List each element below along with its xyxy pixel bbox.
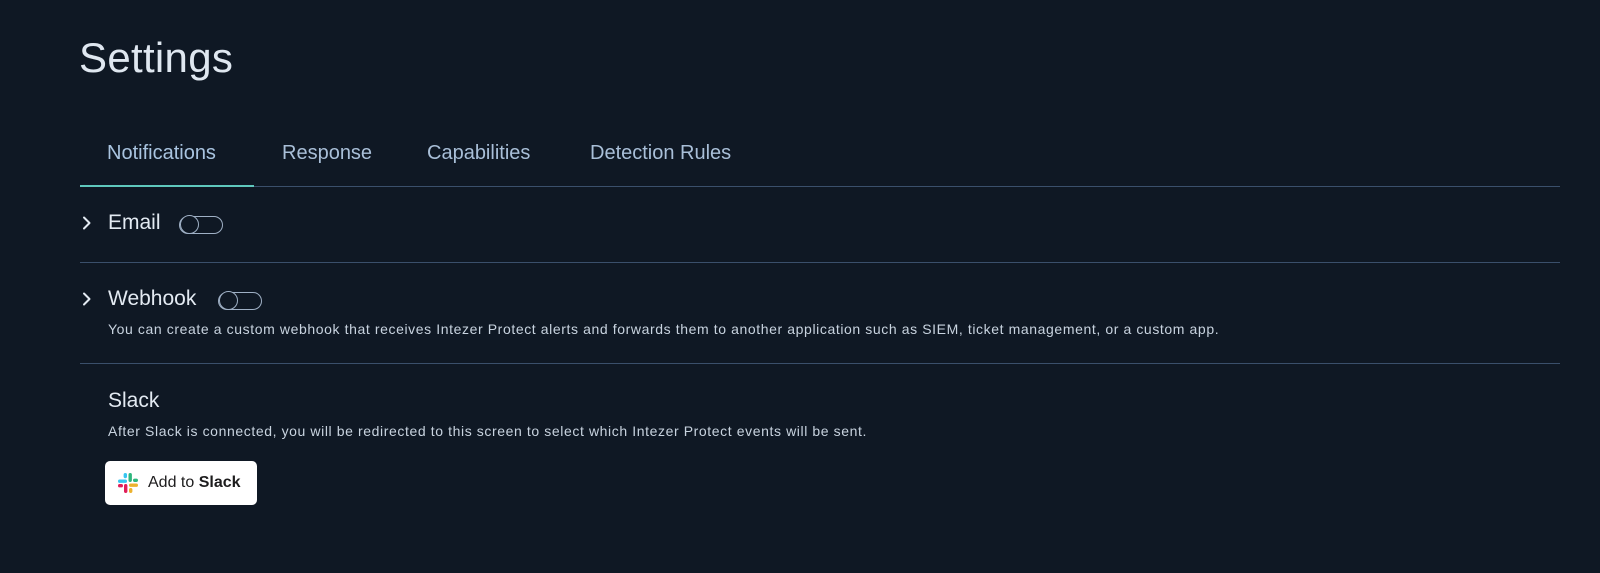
add-to-slack-label: Add to Slack (148, 474, 241, 492)
webhook-label: Webhook (108, 287, 197, 310)
webhook-section: Webhook You can create a custom webhook … (80, 263, 1560, 364)
email-label: Email (108, 211, 161, 234)
add-to-slack-prefix: Add to (148, 474, 195, 491)
webhook-toggle[interactable] (218, 291, 262, 310)
email-toggle[interactable] (179, 215, 223, 234)
chevron-right-icon[interactable] (80, 292, 94, 306)
email-toggle-knob (180, 215, 199, 234)
slack-label: Slack (108, 389, 160, 412)
chevron-right-icon[interactable] (80, 216, 94, 230)
tab-response[interactable]: Response (282, 142, 372, 165)
tab-detection-rules[interactable]: Detection Rules (590, 142, 731, 165)
tab-capabilities[interactable]: Capabilities (427, 142, 530, 165)
slack-logo-icon (118, 473, 138, 493)
slack-description: After Slack is connected, you will be re… (108, 423, 868, 439)
webhook-description: You can create a custom webhook that rec… (108, 321, 1220, 337)
webhook-toggle-knob (219, 291, 238, 310)
settings-tabs: Notifications Response Capabilities Dete… (80, 130, 1560, 187)
tab-notifications[interactable]: Notifications (107, 142, 216, 165)
add-to-slack-button[interactable]: Add to Slack (105, 461, 257, 505)
slack-section: Slack After Slack is connected, you will… (80, 364, 1560, 454)
settings-page: Settings Notifications Response Capabili… (0, 0, 1600, 573)
page-title: Settings (79, 34, 234, 81)
email-section: Email (80, 187, 1560, 263)
add-to-slack-brand: Slack (198, 474, 241, 491)
